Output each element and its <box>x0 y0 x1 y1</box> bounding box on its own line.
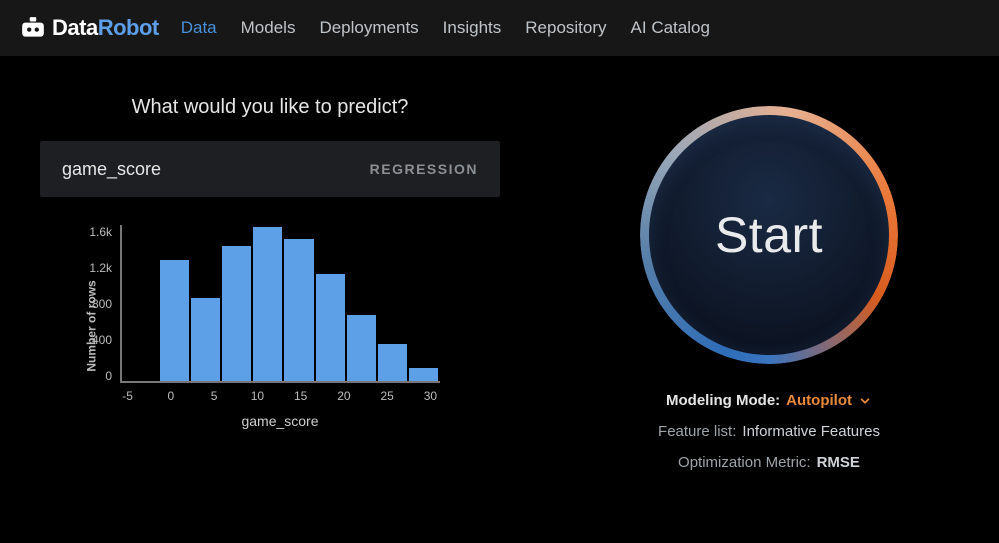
histogram-bar <box>222 246 253 381</box>
y-tick: 0 <box>76 369 112 383</box>
prompt-title: What would you like to predict? <box>40 96 500 119</box>
x-tick: 20 <box>322 389 365 403</box>
plot-area <box>120 225 440 383</box>
feature-list-label: Feature list: <box>658 423 736 440</box>
robot-icon <box>20 17 46 39</box>
nav-insights[interactable]: Insights <box>443 18 502 38</box>
histogram-bar <box>409 368 440 381</box>
x-tick: 0 <box>149 389 192 403</box>
bars-container <box>122 225 440 381</box>
modeling-mode-value: Autopilot <box>786 392 852 409</box>
x-axis-label: game_score <box>120 413 440 429</box>
nav-repository[interactable]: Repository <box>525 18 606 38</box>
start-button-inner: Start <box>649 115 889 355</box>
histogram-bar <box>160 260 191 381</box>
chevron-down-icon <box>858 394 872 408</box>
optimization-metric-value: RMSE <box>817 454 860 471</box>
x-tick: 30 <box>409 389 452 403</box>
optimization-metric-row[interactable]: Optimization Metric: RMSE <box>678 454 860 471</box>
start-button-label: Start <box>715 206 823 264</box>
histogram-bar <box>316 274 347 381</box>
x-tick: 5 <box>193 389 236 403</box>
y-tick: 1.6k <box>76 225 112 239</box>
nav-ai-catalog[interactable]: AI Catalog <box>631 18 710 38</box>
nav-data[interactable]: Data <box>181 18 217 38</box>
histogram-bar <box>191 298 222 381</box>
modeling-mode-label: Modeling Mode: <box>666 392 780 409</box>
y-tick: 1.2k <box>76 261 112 275</box>
optimization-metric-label: Optimization Metric: <box>678 454 811 471</box>
target-panel: What would you like to predict? game_sco… <box>40 96 500 485</box>
nav-models[interactable]: Models <box>241 18 296 38</box>
top-nav: DataRobot Data Models Deployments Insigh… <box>0 0 999 56</box>
y-ticks: 1.6k 1.2k 800 400 0 <box>76 225 112 383</box>
main-content: What would you like to predict? game_sco… <box>0 56 999 485</box>
nav-items: Data Models Deployments Insights Reposit… <box>181 18 710 38</box>
histogram-bar <box>284 239 315 381</box>
target-feature-name: game_score <box>62 159 161 180</box>
nav-deployments[interactable]: Deployments <box>319 18 418 38</box>
feature-list-row[interactable]: Feature list: Informative Features <box>658 423 880 440</box>
x-tick: 15 <box>279 389 322 403</box>
x-tick: 10 <box>236 389 279 403</box>
histogram-bar <box>378 344 409 381</box>
brand-text-part1: Data <box>52 15 98 41</box>
y-tick: 800 <box>76 297 112 311</box>
start-button[interactable]: Start <box>640 106 898 364</box>
modeling-mode-row[interactable]: Modeling Mode: Autopilot <box>666 392 872 409</box>
feature-list-value: Informative Features <box>742 423 880 440</box>
histogram-bar <box>253 227 284 381</box>
y-tick: 400 <box>76 333 112 347</box>
x-ticks: -5 0 5 10 15 20 25 30 <box>106 389 452 403</box>
histogram-bar <box>347 315 378 381</box>
target-input-box[interactable]: game_score REGRESSION <box>40 141 500 197</box>
brand-text-part2: Robot <box>98 15 159 41</box>
x-tick: -5 <box>106 389 149 403</box>
target-histogram: Number of rows 1.6k 1.2k 800 400 0 -5 0 … <box>50 225 470 445</box>
brand-logo[interactable]: DataRobot <box>20 15 159 41</box>
target-problem-type: REGRESSION <box>370 161 478 177</box>
run-panel: Start Modeling Mode: Autopilot Feature l… <box>579 106 959 485</box>
x-tick: 25 <box>366 389 409 403</box>
